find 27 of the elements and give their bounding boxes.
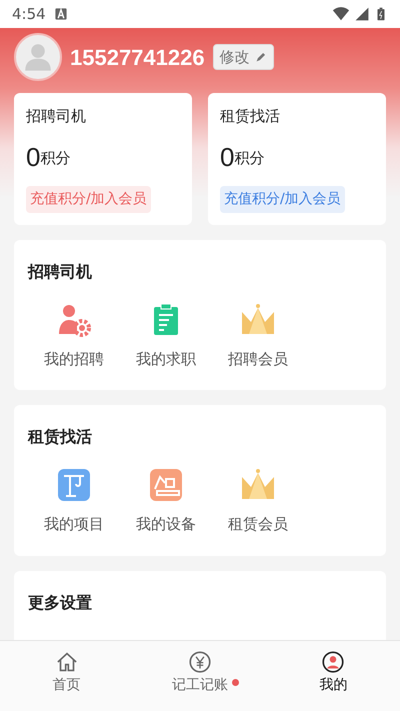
phone-number: 15527741226 [70,44,205,72]
pencil-icon [254,50,267,64]
section-title: 招聘司机 [28,260,93,282]
section-title: 更多设置 [28,592,93,614]
menu-item[interactable]: 我的招聘 [28,300,120,370]
card-title: 租赁找活 [220,106,281,127]
clock-time: 4:54 [12,4,46,25]
signal-icon [354,6,370,22]
points-unit: 积分 [40,148,70,169]
menu-item[interactable]: 租赁会员 [212,465,304,536]
section-title: 租赁找活 [28,426,93,448]
points-unit: 积分 [234,148,264,169]
menu-item[interactable]: 我的求职 [120,300,212,370]
tab-item[interactable]: 记工记账 [133,641,267,711]
menu-item[interactable]: 我的项目 [28,465,120,536]
points-value: 0 [220,144,234,170]
tab-item[interactable]: 我的 [266,641,400,711]
menu-item[interactable]: 我的设备 [120,465,212,536]
card-title: 招聘司机 [26,106,87,127]
tab-item[interactable]: 首页 [0,641,134,711]
yen-icon [186,649,213,675]
user-icon [320,649,346,675]
points-value: 0 [26,144,40,170]
menu-item[interactable]: 招聘会员 [212,300,304,370]
wifi-icon [332,5,350,23]
edit-button[interactable]: 修改 [212,44,274,70]
notification-icon [54,7,68,21]
